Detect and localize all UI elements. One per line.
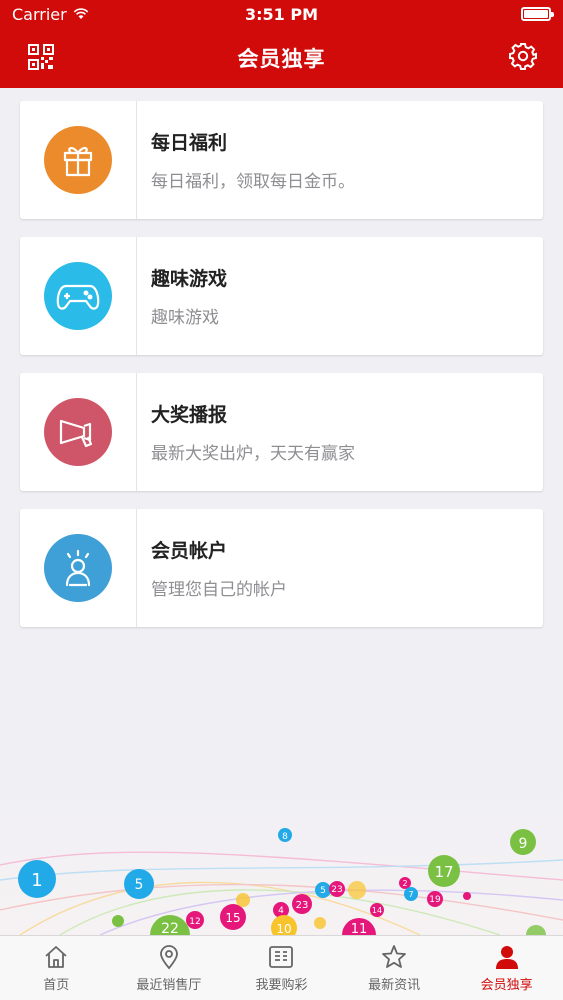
lottery-ball: 2 <box>399 877 411 889</box>
lottery-ball: 17 <box>428 855 460 887</box>
svg-text:1: 1 <box>31 870 42 891</box>
carrier-group: Carrier <box>12 5 89 24</box>
tab-label: 我要购彩 <box>255 977 308 993</box>
gift-icon <box>63 147 93 177</box>
tab-nearby-stores[interactable]: 最近销售厅 <box>113 936 226 1000</box>
user-icon <box>65 549 91 587</box>
lottery-ball: 12 <box>186 911 204 929</box>
lottery-ball: 23 <box>292 894 312 914</box>
card-icon-circle <box>44 534 112 602</box>
ticket-icon <box>269 945 294 968</box>
tab-bar: 首页 最近销售厅 我要购彩 最新资讯 会员独享 <box>0 935 563 1000</box>
card-subtitle: 最新大奖出炉，天天有赢家 <box>151 444 355 464</box>
lottery-ball: 11 <box>342 918 376 935</box>
tab-label: 首页 <box>43 977 70 993</box>
lottery-ball: 10 <box>271 915 297 935</box>
svg-text:17: 17 <box>434 863 453 881</box>
page-title: 会员独享 <box>237 47 326 71</box>
lottery-ball: 23 <box>329 881 345 897</box>
lottery-ball: 1 <box>18 860 56 898</box>
lottery-ball: 5 <box>124 869 154 899</box>
card-title: 会员帐户 <box>151 540 228 562</box>
location-pin-icon <box>159 944 178 969</box>
lottery-ball: 14 <box>370 903 384 917</box>
card-subtitle: 管理您自己的帐户 <box>151 580 287 600</box>
qr-code-icon[interactable] <box>28 44 54 70</box>
svg-text:23: 23 <box>331 885 342 895</box>
lottery-ball: 8 <box>278 828 292 842</box>
feature-list: 每日福利 每日福利，领取每日金币。 趣味游戏 趣味游戏 大奖播报 最新大奖出炉，… <box>20 101 543 645</box>
card-icon-circle <box>44 126 112 194</box>
lottery-ball: 22 <box>150 915 190 935</box>
tab-home[interactable]: 首页 <box>0 936 113 1000</box>
decoration-graphic: 8 9 1 5 17 5 23 2 7 19 15 23 4 12 14 10 … <box>0 828 563 935</box>
wifi-icon <box>73 8 88 19</box>
card-title: 大奖播报 <box>151 404 228 426</box>
svg-text:11: 11 <box>351 922 368 935</box>
svg-text:12: 12 <box>189 917 200 927</box>
carrier-label: Carrier <box>12 4 67 24</box>
svg-text:9: 9 <box>519 836 528 852</box>
svg-text:14: 14 <box>372 906 382 915</box>
gear-icon[interactable] <box>509 42 537 70</box>
svg-text:2: 2 <box>402 879 407 888</box>
megaphone-icon <box>59 419 93 448</box>
svg-text:23: 23 <box>296 900 309 911</box>
tab-label: 最新资讯 <box>368 977 421 993</box>
svg-text:4: 4 <box>278 906 284 916</box>
lottery-ball: 7 <box>404 887 418 901</box>
nav-bar: 会员独享 <box>0 28 563 88</box>
home-icon <box>45 945 67 968</box>
tab-label: 最近销售厅 <box>136 977 202 993</box>
svg-text:7: 7 <box>408 890 413 899</box>
card-prize-broadcast[interactable]: 大奖播报 最新大奖出炉，天天有赢家 <box>20 373 543 491</box>
card-title: 趣味游戏 <box>151 268 228 290</box>
card-title: 每日福利 <box>151 132 228 154</box>
battery-icon <box>521 7 554 21</box>
card-icon-circle <box>44 398 112 466</box>
card-icon-circle <box>44 262 112 330</box>
card-subtitle: 趣味游戏 <box>151 308 219 328</box>
card-fun-games[interactable]: 趣味游戏 趣味游戏 <box>20 237 543 355</box>
lottery-ball: 9 <box>510 829 536 855</box>
person-icon <box>495 945 518 969</box>
svg-text:15: 15 <box>225 911 240 925</box>
tab-label: 会员独享 <box>480 977 533 993</box>
tab-latest-news[interactable]: 最新资讯 <box>338 936 451 1000</box>
lottery-ball: 19 <box>427 891 443 907</box>
lottery-ball: 15 <box>220 904 246 930</box>
lottery-ball: 5 <box>315 882 331 898</box>
svg-text:8: 8 <box>282 832 288 842</box>
card-daily-benefit[interactable]: 每日福利 每日福利，领取每日金币。 <box>20 101 543 219</box>
tab-member-exclusive[interactable]: 会员独享 <box>450 936 563 1000</box>
svg-text:5: 5 <box>135 877 144 893</box>
card-member-account[interactable]: 会员帐户 管理您自己的帐户 <box>20 509 543 627</box>
status-bar: Carrier 3:51 PM <box>0 0 563 28</box>
svg-text:19: 19 <box>429 895 441 905</box>
svg-text:5: 5 <box>320 886 326 896</box>
gamepad-icon <box>56 284 100 310</box>
tab-buy-lottery[interactable]: 我要购彩 <box>225 936 338 1000</box>
star-icon <box>382 944 406 968</box>
lottery-balls-decoration: 8 9 1 5 17 5 23 2 7 19 15 23 4 12 14 10 … <box>0 760 563 935</box>
card-subtitle: 每日福利，领取每日金币。 <box>151 172 355 192</box>
svg-text:10: 10 <box>276 922 291 935</box>
svg-text:22: 22 <box>161 921 179 935</box>
